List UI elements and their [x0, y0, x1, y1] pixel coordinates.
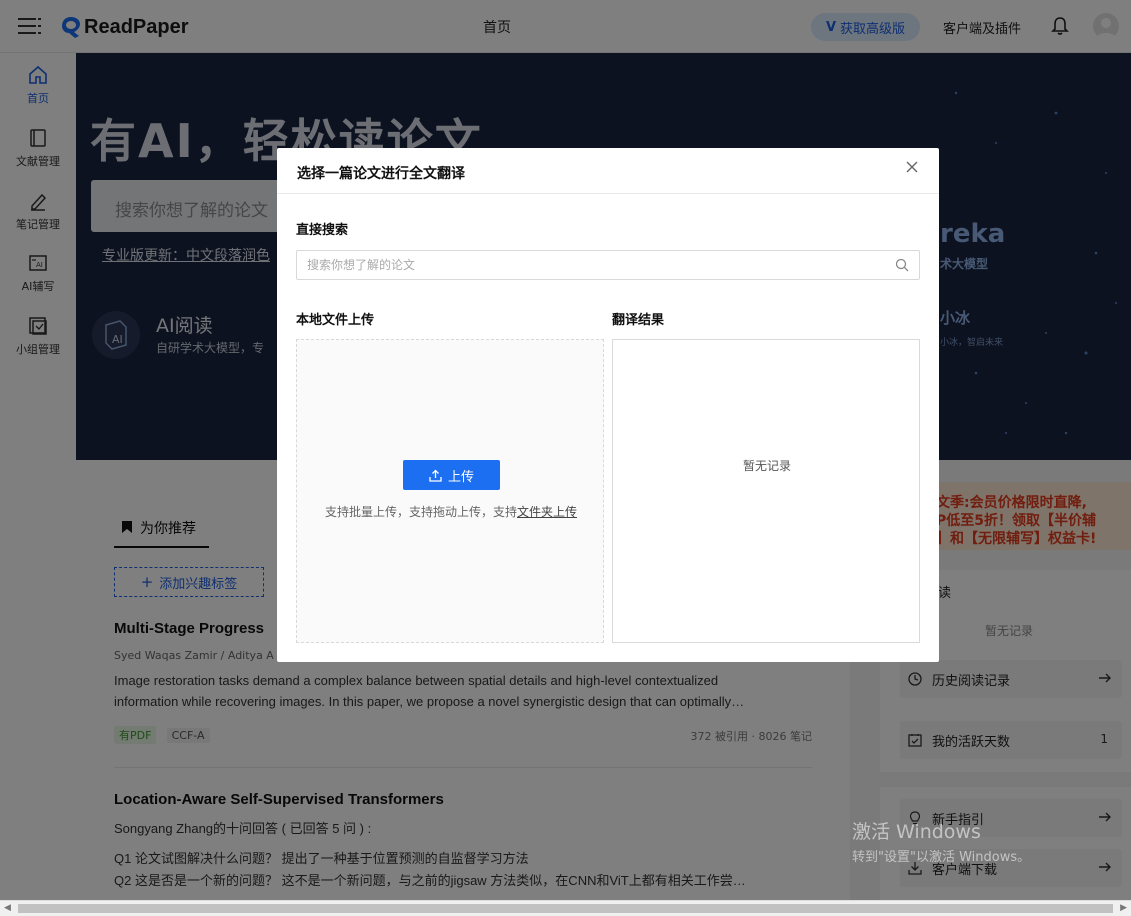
upload-hint: 支持批量上传，支持拖动上传，支持文件夹上传: [297, 503, 605, 520]
direct-search-label: 直接搜索: [296, 223, 349, 238]
paper-search-input[interactable]: [297, 251, 877, 279]
upload-button-label: 上传: [447, 469, 474, 485]
upload-button[interactable]: 上传: [403, 460, 500, 490]
local-upload-label: 本地文件上传: [296, 313, 375, 328]
watermark-line: 激活 Windows: [852, 821, 981, 843]
close-icon[interactable]: [904, 159, 920, 175]
windows-activation-watermark: 激活 Windows 转到"设置"以激活 Windows。: [852, 817, 1030, 865]
watermark-line: 转到"设置"以激活 Windows。: [852, 850, 1031, 865]
search-icon[interactable]: [895, 258, 909, 272]
upload-dropzone[interactable]: 上传 支持批量上传，支持拖动上传，支持文件夹上传: [296, 339, 604, 643]
result-empty-text: 暂无记录: [742, 459, 791, 473]
dialog-title: 选择一篇论文进行全文翻译: [297, 166, 465, 182]
upload-icon: [429, 469, 442, 482]
paper-search-box[interactable]: [296, 250, 920, 280]
scroll-right-arrow-icon[interactable]: ▶: [1120, 903, 1127, 913]
scrollbar-thumb[interactable]: [18, 904, 1113, 913]
scroll-left-arrow-icon[interactable]: ◀: [4, 903, 11, 913]
upload-hint-text: 支持批量上传，支持拖动上传，支持: [324, 505, 517, 519]
folder-upload-link[interactable]: 文件夹上传: [517, 505, 577, 519]
translate-dialog: 选择一篇论文进行全文翻译 直接搜索 本地文件上传 翻译结果 上传 支持批量上传，…: [277, 148, 939, 662]
translate-result-label: 翻译结果: [612, 313, 665, 328]
translate-result-panel: 暂无记录: [612, 339, 920, 643]
dialog-header: 选择一篇论文进行全文翻译: [277, 148, 939, 194]
horizontal-scrollbar[interactable]: ◀ ▶: [0, 900, 1131, 916]
